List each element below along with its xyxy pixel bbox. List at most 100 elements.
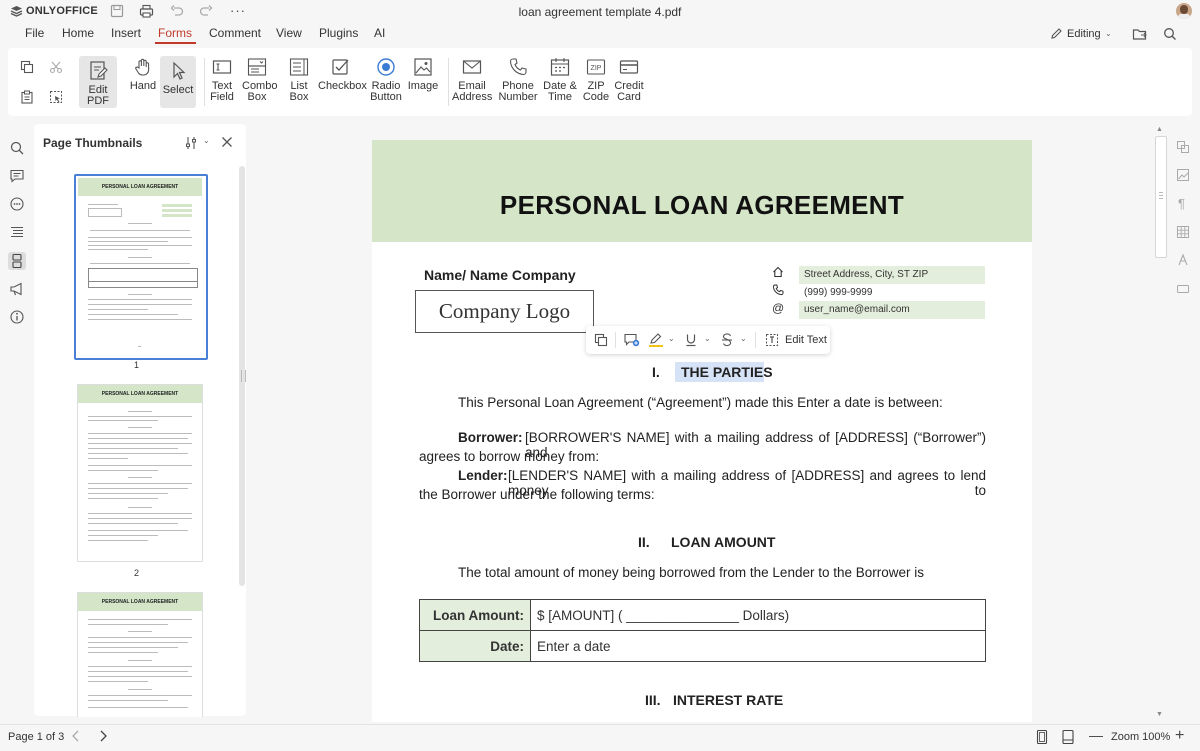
announcement-icon[interactable] xyxy=(9,281,25,297)
table-row: Date: Enter a date xyxy=(419,630,986,662)
editing-mode-label[interactable]: Editing xyxy=(1067,28,1101,40)
edit-text-icon[interactable] xyxy=(765,333,779,347)
user-avatar[interactable] xyxy=(1176,3,1192,19)
cut-icon[interactable] xyxy=(49,60,63,74)
page-indicator[interactable]: Page 1 of 3 xyxy=(8,731,64,743)
address-field[interactable]: Street Address, City, ST ZIP xyxy=(799,266,985,284)
print-icon[interactable] xyxy=(139,4,154,18)
intro-paragraph[interactable]: This Personal Loan Agreement (“Agreement… xyxy=(458,395,943,410)
scroll-down-icon[interactable]: ▼ xyxy=(1156,711,1163,718)
find-icon[interactable] xyxy=(9,140,25,156)
zoom-in-icon[interactable]: + xyxy=(1175,727,1184,745)
name-company-label[interactable]: Name/ Name Company xyxy=(424,267,576,283)
chevron-down-icon[interactable]: ⌄ xyxy=(1105,29,1112,38)
checkbox-button[interactable]: Checkbox xyxy=(318,56,367,92)
next-page-icon[interactable] xyxy=(97,729,109,743)
chat-icon[interactable] xyxy=(9,196,25,212)
panel-resize-handle[interactable] xyxy=(241,370,246,382)
chevron-down-icon[interactable]: ⌄ xyxy=(668,334,675,343)
chevron-down-icon[interactable]: ⌄ xyxy=(704,334,711,343)
menu-file[interactable]: File xyxy=(25,26,44,40)
chevron-down-icon[interactable]: ⌄ xyxy=(203,136,210,145)
document-scrollbar[interactable]: ▲ ▼ xyxy=(1154,124,1167,722)
borrower-text-cont[interactable]: agrees to borrow money from: xyxy=(419,449,599,464)
previous-page-icon[interactable] xyxy=(70,729,82,743)
menu-ai[interactable]: AI xyxy=(374,26,385,40)
menu-bar: File Home Insert Forms Comment View Plug… xyxy=(0,24,1200,46)
ribbon-toolbar: Edit PDF Hand Select Text Field Combo Bo… xyxy=(8,48,1192,116)
close-icon[interactable] xyxy=(221,136,233,148)
menu-view[interactable]: View xyxy=(276,26,302,40)
phone-number-button[interactable]: Phone Number xyxy=(498,56,538,103)
edit-pdf-button[interactable]: Edit PDF xyxy=(79,56,117,108)
redo-icon[interactable] xyxy=(199,4,213,18)
credit-card-button[interactable]: Credit Card xyxy=(612,56,646,103)
about-info-icon[interactable] xyxy=(9,309,25,325)
page-thumbnails-icon[interactable] xyxy=(8,252,26,270)
image-settings-icon[interactable] xyxy=(1176,168,1190,182)
form-settings-icon[interactable] xyxy=(1176,282,1190,296)
thumbnail-page-1[interactable]: PERSONAL LOAN AGREEMENT xyxy=(74,174,208,360)
comments-icon[interactable] xyxy=(9,168,25,184)
paste-icon[interactable] xyxy=(20,90,34,104)
date-time-label: Date & Time xyxy=(543,80,577,103)
list-box-button[interactable]: List Box xyxy=(285,56,313,103)
thumbnail-page-2[interactable]: PERSONAL LOAN AGREEMENT xyxy=(77,384,203,562)
email-field[interactable]: user_name@email.com xyxy=(799,301,985,319)
highlight-icon[interactable] xyxy=(648,332,664,348)
undo-icon[interactable] xyxy=(170,4,184,18)
zoom-out-icon[interactable]: — xyxy=(1089,727,1103,743)
scroll-up-icon[interactable]: ▲ xyxy=(1156,126,1163,133)
thumbnail-page-3[interactable]: PERSONAL LOAN AGREEMENT xyxy=(77,592,203,717)
text-art-icon[interactable] xyxy=(1176,253,1190,267)
thumbnail-settings-icon[interactable] xyxy=(184,136,198,150)
zip-code-button[interactable]: ZIP ZIP Code xyxy=(582,56,610,103)
copy-style-icon[interactable] xyxy=(594,333,608,347)
select-all-icon[interactable] xyxy=(49,90,63,104)
menu-forms[interactable]: Forms xyxy=(158,26,192,40)
image-button[interactable]: Image xyxy=(407,56,439,92)
loan-intro[interactable]: The total amount of money being borrowed… xyxy=(458,565,924,580)
company-logo-box[interactable]: Company Logo xyxy=(415,290,594,333)
radio-button-button[interactable]: Radio Button xyxy=(370,56,402,103)
more-options-icon[interactable]: ··· xyxy=(230,3,246,18)
scrollbar-thumb[interactable] xyxy=(1155,136,1167,258)
underline-icon[interactable] xyxy=(685,333,697,347)
phone-field[interactable]: (999) 999-9999 xyxy=(799,284,985,302)
date-label: Date: xyxy=(419,630,531,662)
section-1-title[interactable]: THE PARTIES xyxy=(681,364,773,380)
copy-icon[interactable] xyxy=(20,60,34,74)
menu-plugins[interactable]: Plugins xyxy=(319,26,358,40)
image-label: Image xyxy=(407,80,439,92)
lender-text-cont[interactable]: the Borrower under the following terms: xyxy=(419,487,655,502)
date-time-button[interactable]: Date & Time xyxy=(542,56,578,103)
search-icon[interactable] xyxy=(1163,27,1177,41)
add-comment-icon[interactable] xyxy=(624,333,640,347)
text-field-button[interactable]: Text Field xyxy=(208,56,236,103)
zoom-level[interactable]: Zoom 100% xyxy=(1111,731,1170,743)
menu-insert[interactable]: Insert xyxy=(111,26,141,40)
combo-box-button[interactable]: Combo Box xyxy=(242,56,277,103)
menu-home[interactable]: Home xyxy=(62,26,94,40)
shape-settings-icon[interactable] xyxy=(1176,140,1190,154)
hand-tool-button[interactable]: Hand xyxy=(128,56,158,92)
strikethrough-icon[interactable] xyxy=(721,333,733,347)
save-icon[interactable] xyxy=(110,4,124,18)
paragraph-settings-icon[interactable]: ¶ xyxy=(1178,196,1185,211)
fit-page-icon[interactable] xyxy=(1035,729,1049,745)
date-value[interactable]: Enter a date xyxy=(530,630,986,662)
loan-amount-value[interactable]: $ [AMOUNT] ( _______________ Dollars) xyxy=(530,599,986,631)
chevron-down-icon[interactable]: ⌄ xyxy=(740,334,747,343)
table-settings-icon[interactable] xyxy=(1176,225,1190,239)
email-address-button[interactable]: Email Address xyxy=(452,56,492,103)
svg-text:ZIP: ZIP xyxy=(591,65,602,72)
fit-width-icon[interactable] xyxy=(1061,729,1075,745)
document-page: PERSONAL LOAN AGREEMENT Name/ Name Compa… xyxy=(372,140,1032,722)
navigation-icon[interactable] xyxy=(9,224,25,240)
section-3-title: INTEREST RATE xyxy=(673,692,784,708)
select-tool-button[interactable]: Select xyxy=(160,56,196,108)
menu-comment[interactable]: Comment xyxy=(209,26,261,40)
open-location-icon[interactable] xyxy=(1132,27,1148,41)
edit-text-label[interactable]: Edit Text xyxy=(785,334,827,346)
panel-title: Page Thumbnails xyxy=(43,136,143,150)
